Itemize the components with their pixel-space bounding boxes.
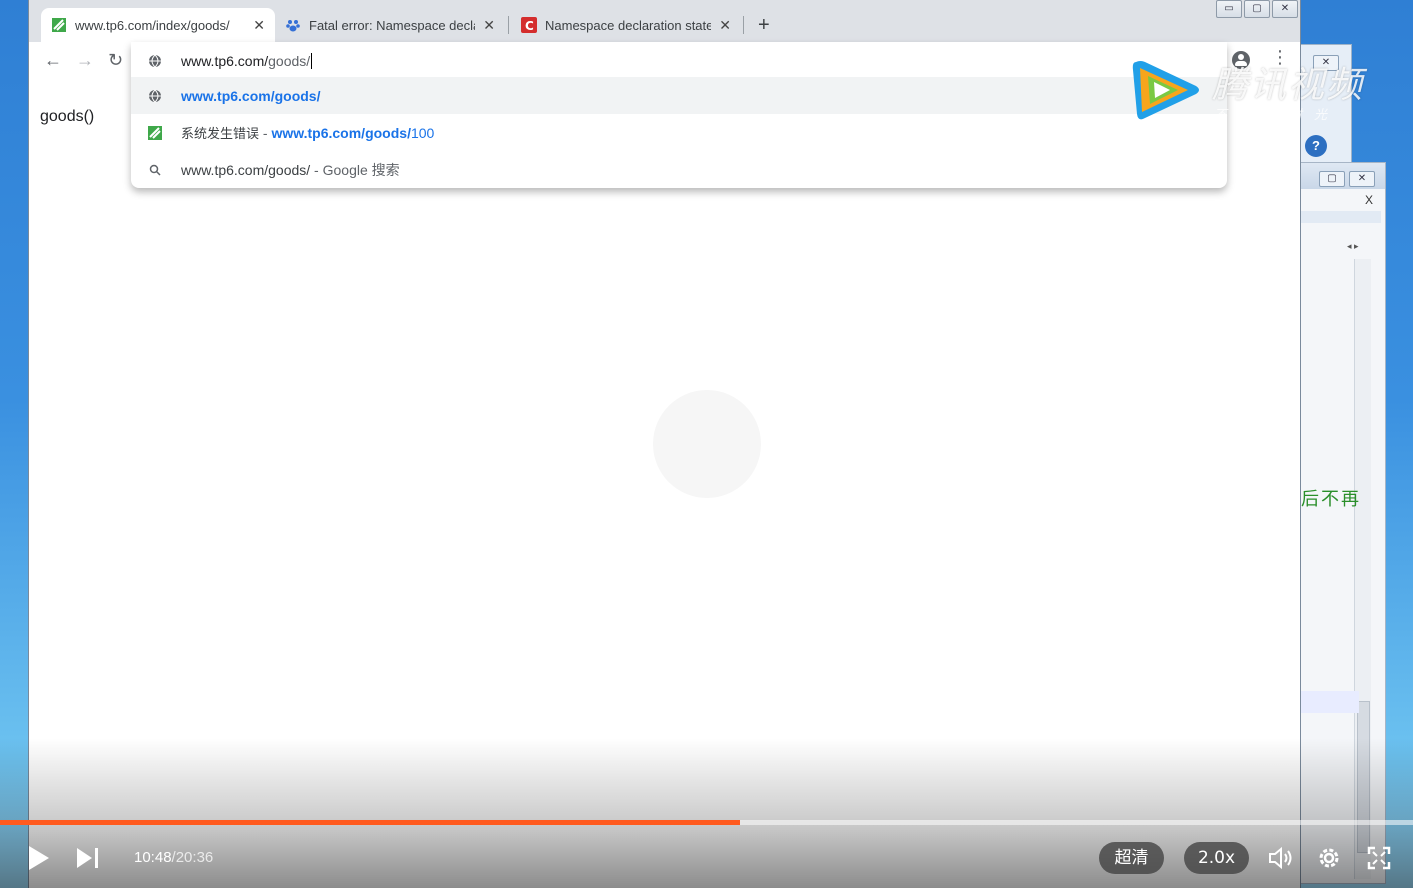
window-controls: ▭ ▢ ✕ (1214, 0, 1298, 18)
close-icon[interactable]: X (1365, 193, 1373, 207)
close-icon[interactable]: ✕ (1349, 171, 1375, 187)
suggestion-title: 系统发生错误 (181, 126, 260, 141)
suggestion-item[interactable]: www.tp6.com/goods/ (131, 77, 1227, 114)
omnibox-input[interactable]: www.tp6.com/goods/ (131, 42, 1227, 79)
maximize-icon[interactable]: ▢ (1244, 0, 1270, 18)
back-arrow-icon[interactable]: ← (44, 50, 62, 71)
settings-gear-icon[interactable] (1316, 845, 1342, 876)
highlight-line (1297, 691, 1359, 713)
speed-button[interactable]: 2.0x (1184, 842, 1249, 874)
close-tab-icon[interactable]: ✕ (483, 17, 495, 34)
tab-bar (1297, 211, 1381, 223)
globe-icon (147, 53, 163, 69)
suggestion-separator: - (259, 124, 272, 141)
loading-spinner (653, 390, 761, 498)
search-icon (147, 162, 163, 178)
time-display: 10:48/20:36 (134, 849, 213, 866)
suggestion-suffix: - Google 搜索 (310, 161, 400, 178)
svg-text:C: C (525, 19, 534, 33)
brand-name: 腾讯视频 (1212, 64, 1365, 105)
minimize-icon[interactable]: ▭ (1216, 0, 1242, 18)
omnibox-dropdown: www.tp6.com/goods/ www.tp6.com/goods/ 系统… (131, 42, 1227, 188)
close-tab-icon[interactable]: ✕ (253, 17, 265, 34)
page-content-text: goods() (40, 108, 95, 125)
duration: /20:36 (171, 849, 214, 866)
csdn-c-icon: C (521, 17, 537, 33)
next-icon[interactable] (76, 847, 102, 874)
suggestion-query: www.tp6.com/goods/ (181, 161, 311, 178)
quality-button[interactable]: 超清 (1099, 842, 1164, 874)
volume-icon[interactable] (1268, 846, 1296, 875)
tab-separator (508, 16, 509, 34)
play-icon[interactable] (27, 845, 51, 876)
suggestion-url-rest: 100 (410, 124, 435, 141)
tab-namespace-declaration[interactable]: C Namespace declaration staten ✕ (511, 8, 741, 42)
baidu-paw-icon (285, 17, 301, 33)
tab-active[interactable]: www.tp6.com/index/goods/ ✕ (41, 8, 275, 42)
new-tab-icon[interactable]: + (758, 14, 770, 37)
autocomplete-text: goods/ (268, 52, 311, 69)
background-text: 后不再 (1301, 489, 1361, 509)
suggestion-item[interactable]: www.tp6.com/goods/ - Google 搜索 (131, 151, 1227, 188)
tab-strip: www.tp6.com/index/goods/ ✕ Fatal error: … (29, 0, 1300, 42)
tencent-video-logo: 腾讯视频 不负好时光 (1128, 56, 1368, 130)
suggestion-item[interactable]: 系统发生错误 - www.tp6.com/goods/100 (131, 114, 1227, 151)
suggestion-url: www.tp6.com/goods/ (181, 87, 321, 104)
forward-arrow-icon[interactable]: → (76, 50, 94, 71)
close-window-icon[interactable]: ✕ (1272, 0, 1298, 18)
tab-fatal-error[interactable]: Fatal error: Namespace declar ✕ (275, 8, 505, 42)
current-time: 10:48 (134, 849, 172, 866)
scroll-arrows-icon[interactable]: ◂ ▸ (1347, 241, 1359, 252)
globe-icon (147, 88, 163, 104)
text-caret (311, 52, 313, 69)
typed-text: www.tp6.com/ (181, 52, 269, 69)
tencent-video-play-icon (1132, 61, 1199, 120)
progress-fill (0, 820, 741, 825)
reload-icon[interactable]: ↻ (108, 50, 123, 71)
progress-bar[interactable] (0, 820, 1413, 825)
maximize-icon[interactable]: ▢ (1319, 171, 1345, 187)
help-icon[interactable]: ? (1305, 135, 1327, 157)
tab-separator (743, 16, 744, 34)
suggestion-url-bold: www.tp6.com/goods/ (271, 124, 411, 141)
tp6-favicon-icon (147, 125, 163, 141)
fullscreen-icon[interactable] (1367, 846, 1391, 875)
close-tab-icon[interactable]: ✕ (719, 17, 731, 34)
brand-slogan: 不负好时光 (1214, 107, 1340, 122)
tp6-favicon-icon (51, 17, 67, 33)
